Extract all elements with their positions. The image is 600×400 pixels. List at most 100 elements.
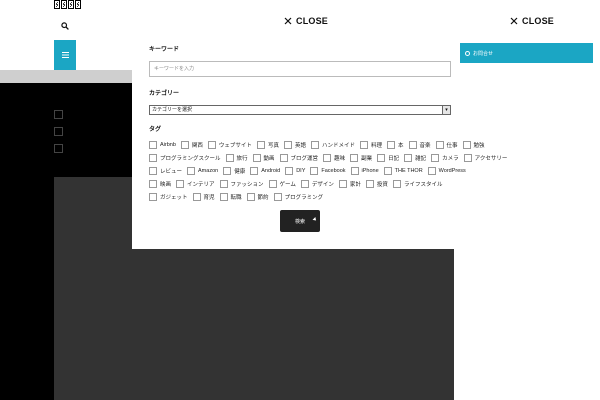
tag-option[interactable]: 動画	[252, 154, 275, 162]
tag-option[interactable]: カメラ	[431, 154, 459, 162]
tag-checkbox[interactable]	[250, 167, 259, 175]
tag-checkbox[interactable]	[256, 141, 265, 149]
tag-option[interactable]: プログラミング	[273, 193, 323, 201]
tag-checkbox[interactable]	[187, 167, 196, 175]
tag-option[interactable]: 育児	[192, 193, 215, 201]
search-submit-button[interactable]: 検索	[280, 210, 320, 232]
tag-option[interactable]: WordPress	[427, 167, 466, 175]
tag-option[interactable]: 料理	[359, 141, 382, 149]
tag-checkbox[interactable]	[149, 141, 157, 149]
tag-option[interactable]: 家計	[338, 180, 361, 188]
tag-option[interactable]: Android	[250, 167, 280, 175]
tag-option[interactable]: インテリア	[176, 180, 215, 188]
tag-option[interactable]: THE THOR	[383, 167, 423, 175]
tag-option-label: 写真	[267, 143, 279, 149]
tag-option[interactable]: 副業	[350, 154, 372, 162]
tag-checkbox[interactable]	[252, 154, 261, 162]
tag-checkbox[interactable]	[408, 141, 417, 149]
tag-option-label: DIY	[296, 168, 306, 174]
tag-checkbox[interactable]	[431, 154, 440, 162]
tag-checkbox[interactable]	[192, 193, 201, 201]
tag-checkbox[interactable]	[219, 193, 228, 201]
tag-checkbox[interactable]	[310, 141, 319, 149]
tag-checkbox[interactable]	[350, 154, 359, 162]
tag-option[interactable]: アクセサリー	[463, 154, 507, 162]
tag-row: レビュー Amazon 健康 Android DIY Facebook iPhone THE …	[149, 167, 466, 175]
tag-option[interactable]: 仕事	[435, 141, 458, 149]
menu-button[interactable]	[54, 40, 76, 70]
tag-checkbox[interactable]	[350, 167, 359, 175]
tag-checkbox[interactable]	[219, 180, 228, 188]
tag-option[interactable]: ゲーム	[268, 180, 296, 188]
tag-checkbox[interactable]	[387, 141, 395, 149]
tag-checkbox[interactable]	[300, 180, 309, 188]
tag-checkbox[interactable]	[149, 193, 157, 201]
close-search-button[interactable]: CLOSE	[284, 16, 328, 26]
tag-checkbox[interactable]	[279, 154, 288, 162]
tag-option[interactable]: デザイン	[300, 180, 334, 188]
tag-checkbox[interactable]	[323, 154, 332, 162]
keyword-input[interactable]: キーワードを入力	[149, 61, 451, 77]
tag-option[interactable]: 写真	[256, 141, 279, 149]
tag-checkbox[interactable]	[338, 180, 347, 188]
site-logo[interactable]	[54, 0, 81, 10]
tag-checkbox[interactable]	[427, 167, 436, 175]
tag-checkbox[interactable]	[180, 141, 189, 149]
tag-option[interactable]: プログラミングスクール	[149, 154, 221, 162]
tag-option[interactable]: iPhone	[350, 167, 379, 175]
search-button[interactable]	[54, 18, 76, 34]
tag-option[interactable]: Airbnb	[149, 141, 176, 149]
tag-option[interactable]: 音楽	[408, 141, 431, 149]
tag-checkbox[interactable]	[149, 167, 157, 175]
tag-option[interactable]: 関西	[180, 141, 203, 149]
tag-checkbox[interactable]	[392, 180, 401, 188]
tag-checkbox[interactable]	[463, 154, 472, 162]
tag-option[interactable]: Facebook	[310, 167, 346, 175]
tag-option[interactable]: 勉強	[462, 141, 485, 149]
close-menu-button[interactable]: CLOSE	[510, 16, 554, 26]
tag-checkbox[interactable]	[404, 154, 413, 162]
tag-option[interactable]: 日記	[377, 154, 399, 162]
tag-option[interactable]: 映画	[149, 180, 171, 188]
tag-option[interactable]: Amazon	[187, 167, 218, 175]
tag-checkbox[interactable]	[225, 154, 234, 162]
tag-checkbox[interactable]	[149, 154, 157, 162]
tag-option[interactable]: ハンドメイド	[310, 141, 355, 149]
tag-option[interactable]: 転職	[219, 193, 242, 201]
tag-option[interactable]: 旅行	[225, 154, 248, 162]
tag-checkbox[interactable]	[149, 180, 157, 188]
tag-option-label: iPhone	[361, 168, 379, 174]
tag-checkbox[interactable]	[365, 180, 374, 188]
tag-option[interactable]: ライフスタイル	[392, 180, 442, 188]
tag-option[interactable]: ガジェット	[149, 193, 188, 201]
tag-checkbox[interactable]	[273, 193, 282, 201]
tag-checkbox[interactable]	[268, 180, 277, 188]
tag-option[interactable]: 本	[387, 141, 404, 149]
tag-option[interactable]: 趣味	[323, 154, 345, 162]
contact-button[interactable]: お問合せ	[460, 43, 593, 63]
tag-checkbox[interactable]	[462, 141, 471, 149]
tag-checkbox[interactable]	[223, 167, 232, 175]
tag-option[interactable]: ウェブサイト	[207, 141, 252, 149]
tag-checkbox[interactable]	[377, 154, 386, 162]
tag-option[interactable]: 健康	[223, 167, 245, 175]
tag-option[interactable]: 節約	[246, 193, 269, 201]
tag-checkbox[interactable]	[310, 167, 319, 175]
tag-option-label: ファッション	[230, 182, 264, 188]
tag-option[interactable]: DIY	[285, 167, 305, 175]
tag-checkbox[interactable]	[246, 193, 255, 201]
tag-option[interactable]: レビュー	[149, 167, 182, 175]
tag-option[interactable]: ファッション	[219, 180, 264, 188]
tag-checkbox[interactable]	[176, 180, 185, 188]
tag-checkbox[interactable]	[283, 141, 292, 149]
tag-checkbox[interactable]	[207, 141, 216, 149]
tag-option[interactable]: 英語	[283, 141, 306, 149]
tag-option[interactable]: 投資	[365, 180, 388, 188]
tag-checkbox[interactable]	[435, 141, 444, 149]
tag-option[interactable]: ブログ運営	[279, 154, 318, 162]
tag-checkbox[interactable]	[359, 141, 368, 149]
category-select[interactable]: カテゴリーを選択 ▾	[149, 105, 451, 115]
tag-checkbox[interactable]	[383, 167, 392, 175]
tag-checkbox[interactable]	[285, 167, 294, 175]
tag-option[interactable]: 雑記	[404, 154, 426, 162]
